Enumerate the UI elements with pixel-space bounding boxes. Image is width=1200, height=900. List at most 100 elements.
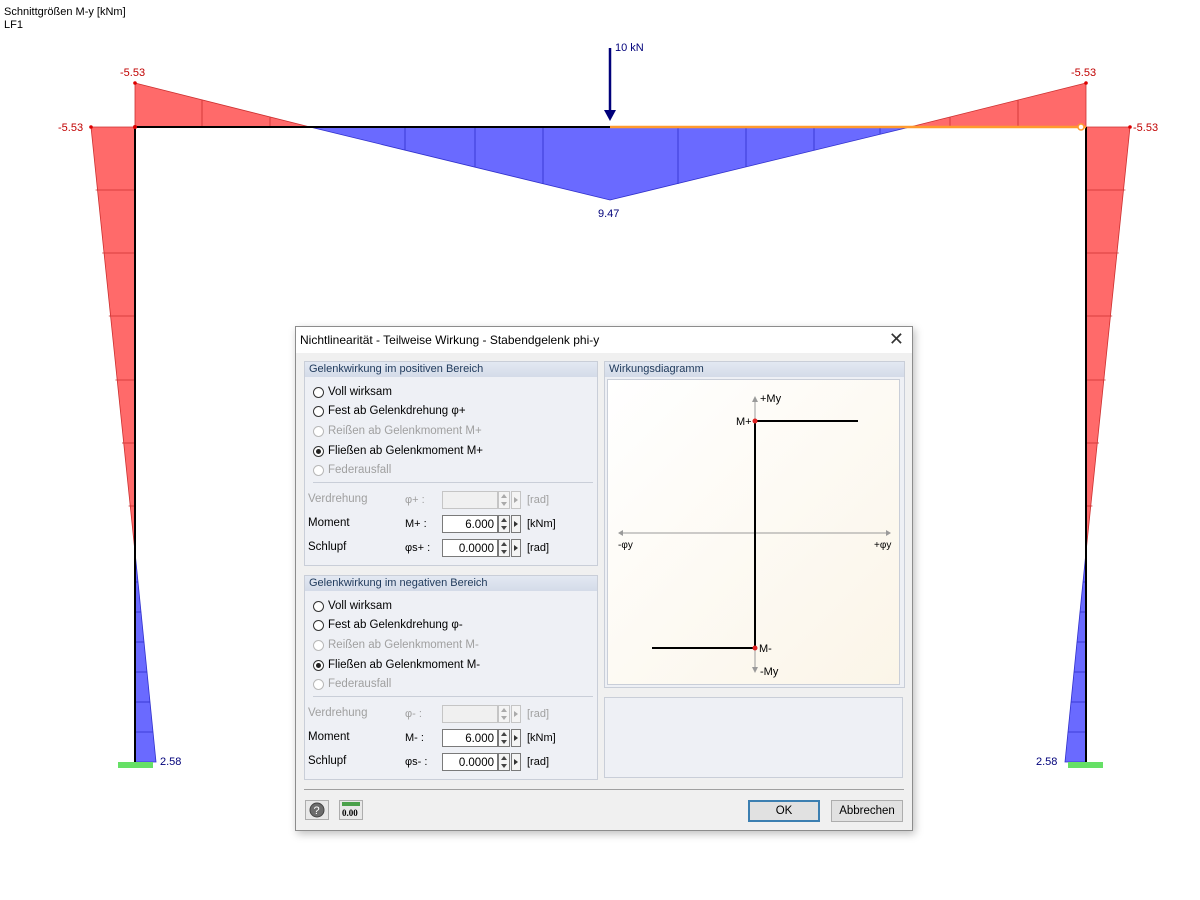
- pos-moment-spinner[interactable]: [498, 515, 510, 533]
- pos-moment-label: Moment: [308, 517, 350, 529]
- neg-rotation-label: Verdrehung: [308, 707, 368, 719]
- radio-selected-icon: [313, 445, 324, 457]
- neg-moment-arrow[interactable]: [511, 729, 521, 747]
- radio-icon: [313, 464, 324, 476]
- neg-option-tearing: Reißen ab Gelenkmoment M-: [313, 636, 479, 654]
- m-plus-label: M+: [736, 416, 752, 428]
- neg-option-spring-failure: Federausfall: [313, 675, 391, 693]
- neg-slip-arrow[interactable]: [511, 753, 521, 771]
- pos-option-full-label: Voll wirksam: [328, 386, 392, 398]
- node-left-top-outer: [89, 125, 93, 129]
- pos-rotation-unit: [rad]: [527, 494, 550, 506]
- pos-moment-input[interactable]: 6.000: [442, 515, 498, 533]
- pos-rotation-arrow: [511, 491, 521, 509]
- node-right-top-outer: [1128, 125, 1132, 129]
- pos-moment-arrow[interactable]: [511, 515, 521, 533]
- pos-option-tearing: Reißen ab Gelenkmoment M+: [313, 422, 482, 440]
- y-axis-arrow-icon: [752, 396, 758, 402]
- decimal-places-button[interactable]: 0.00: [339, 800, 363, 820]
- neg-slip-symbol: φs- :: [405, 756, 428, 768]
- pos-option-yielding[interactable]: Fließen ab Gelenkmoment M+: [313, 442, 483, 460]
- x-axis-arrow-neg-icon: [618, 530, 623, 536]
- label-left-outer: -5.53: [58, 122, 83, 134]
- x-neg-label: -φy: [618, 540, 633, 551]
- right-column-moment-area: [1085, 126, 1131, 553]
- m-minus-point: [752, 645, 758, 651]
- right-column-positive-area: [1064, 551, 1087, 763]
- close-icon[interactable]: ✕: [889, 329, 904, 350]
- neg-option-tearing-label: Reißen ab Gelenkmoment M-: [328, 639, 479, 651]
- divider: [313, 696, 593, 697]
- pos-rotation-spinner: [498, 491, 510, 509]
- left-support[interactable]: [118, 762, 153, 768]
- pos-slip-arrow[interactable]: [511, 539, 521, 557]
- neg-moment-input[interactable]: 6.000: [442, 729, 498, 747]
- decimal-places-icon: 0.00: [342, 802, 360, 818]
- label-right-outer: -5.53: [1133, 122, 1158, 134]
- node-right-top-peak: [1084, 81, 1088, 85]
- left-column-positive-area: [134, 551, 157, 763]
- neg-slip-spinner[interactable]: [498, 753, 510, 771]
- ok-button[interactable]: OK: [748, 800, 820, 822]
- radio-selected-icon: [313, 659, 324, 671]
- cancel-button[interactable]: Abbrechen: [831, 800, 903, 822]
- radio-icon: [313, 678, 324, 690]
- positive-range-heading: Gelenkwirkung im positiven Bereich: [305, 362, 597, 377]
- pos-rotation-input: [442, 491, 498, 509]
- negative-range-group: Gelenkwirkung im negativen Bereich Voll …: [304, 575, 598, 780]
- neg-option-full[interactable]: Voll wirksam: [313, 597, 392, 615]
- pos-slip-label: Schlupf: [308, 541, 347, 553]
- pos-option-full[interactable]: Voll wirksam: [313, 383, 392, 401]
- x-pos-label: +φy: [874, 540, 891, 551]
- node-left-top-peak: [133, 81, 137, 85]
- neg-option-yielding[interactable]: Fließen ab Gelenkmoment M-: [313, 656, 480, 674]
- y-pos-label: +My: [760, 393, 782, 405]
- pos-rotation-symbol: φ+ :: [405, 494, 425, 506]
- radio-icon: [313, 386, 324, 398]
- help-button[interactable]: ?: [305, 800, 329, 820]
- decimal-places-text: 0.00: [342, 808, 358, 818]
- neg-option-fixed-label: Fest ab Gelenkdrehung φ-: [328, 619, 463, 631]
- pos-moment-symbol: M+ :: [405, 518, 427, 530]
- dialog-title: Nichtlinearität - Teilweise Wirkung - St…: [300, 333, 600, 347]
- dialog-titlebar[interactable]: Nichtlinearität - Teilweise Wirkung - St…: [296, 327, 912, 353]
- pos-slip-input[interactable]: 0.0000: [442, 539, 498, 557]
- pos-slip-unit: [rad]: [527, 542, 550, 554]
- label-beam-max: 9.47: [598, 208, 619, 220]
- neg-moment-label: Moment: [308, 731, 350, 743]
- label-right-peak: -5.53: [1071, 67, 1096, 79]
- pos-slip-spinner[interactable]: [498, 539, 510, 557]
- effect-diagram-group: Wirkungsdiagramm +My -My -φy +φy M+ M-: [604, 361, 905, 688]
- hinge-marker[interactable]: [1077, 123, 1085, 131]
- label-left-support: 2.58: [160, 756, 181, 768]
- neg-rotation-unit: [rad]: [527, 708, 550, 720]
- pos-option-spring-failure: Federausfall: [313, 461, 391, 479]
- neg-rotation-arrow: [511, 705, 521, 723]
- pos-option-fixed[interactable]: Fest ab Gelenkdrehung φ+: [313, 402, 466, 420]
- label-right-support: 2.58: [1036, 756, 1057, 768]
- neg-option-fixed[interactable]: Fest ab Gelenkdrehung φ-: [313, 616, 463, 634]
- neg-slip-input[interactable]: 0.0000: [442, 753, 498, 771]
- neg-rotation-input: [442, 705, 498, 723]
- neg-moment-spinner[interactable]: [498, 729, 510, 747]
- neg-option-full-label: Voll wirksam: [328, 600, 392, 612]
- negative-range-heading: Gelenkwirkung im negativen Bereich: [305, 576, 597, 591]
- divider: [313, 482, 593, 483]
- load-label: 10 kN: [615, 42, 644, 54]
- neg-option-yielding-label: Fließen ab Gelenkmoment M-: [328, 659, 481, 671]
- m-minus-label: M-: [759, 643, 772, 655]
- nonlinearity-dialog: Nichtlinearität - Teilweise Wirkung - St…: [295, 326, 913, 831]
- effect-diagram-canvas: +My -My -φy +φy M+ M-: [607, 379, 900, 685]
- right-support[interactable]: [1068, 762, 1103, 768]
- radio-icon: [313, 600, 324, 612]
- effect-diagram-svg: +My -My -φy +φy M+ M-: [618, 393, 891, 678]
- pos-option-yielding-label: Fließen ab Gelenkmoment M+: [328, 445, 483, 457]
- effect-curve: [652, 420, 858, 649]
- y-axis-arrow-neg-icon: [752, 667, 758, 673]
- neg-moment-unit: [kNm]: [527, 732, 556, 744]
- neg-rotation-spinner: [498, 705, 510, 723]
- info-panel: [604, 697, 903, 778]
- neg-option-spring-failure-label: Federausfall: [328, 678, 392, 690]
- svg-text:?: ?: [314, 805, 320, 817]
- node-left-top[interactable]: [133, 125, 137, 129]
